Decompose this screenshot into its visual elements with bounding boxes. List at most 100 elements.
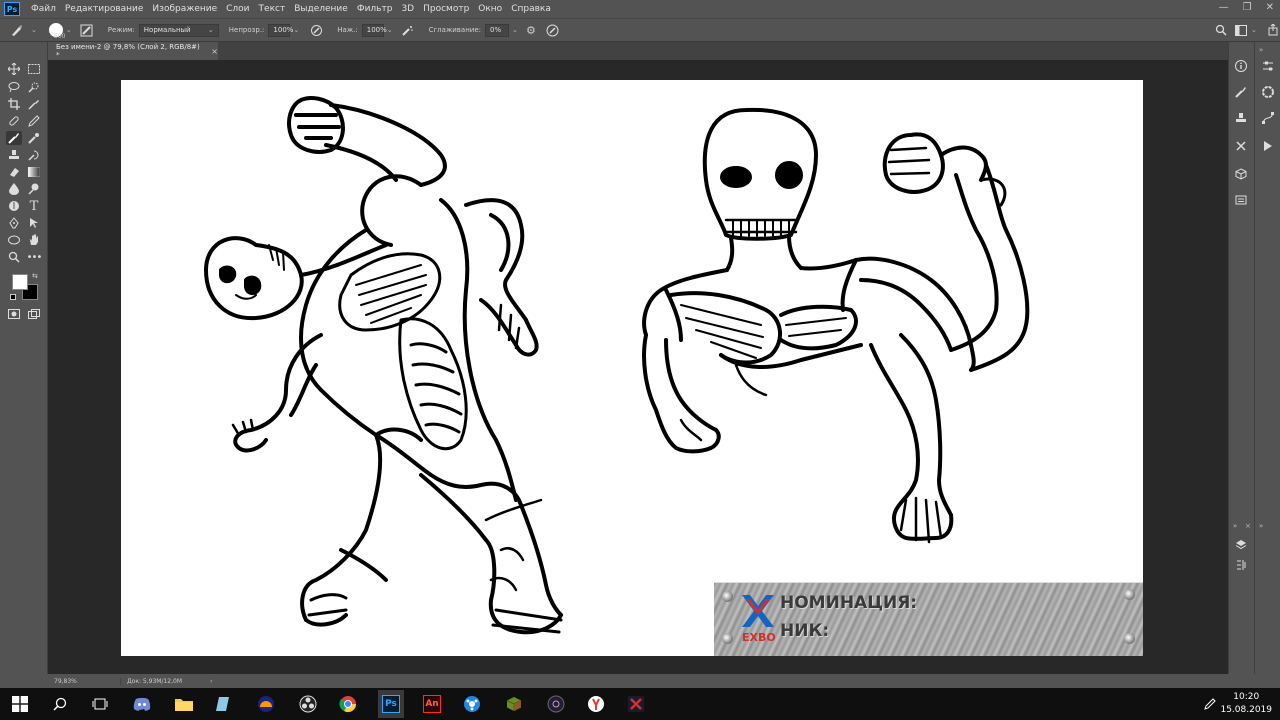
chevron-down-icon[interactable]: ⌄ [66,26,72,34]
brush-tool-icon[interactable] [6,131,22,145]
chevron-down-icon[interactable]: ⌄ [387,26,393,34]
menu-layers[interactable]: Слои [223,4,255,14]
zoom-level[interactable]: 79,83% [54,678,114,685]
gear-icon[interactable]: ⚙ [524,23,538,37]
close-window-icon[interactable]: ✕ [1266,2,1274,13]
menu-filter[interactable]: Фильтр [354,4,399,14]
3d-cube-icon[interactable] [1233,166,1249,182]
pen-tray-icon[interactable] [1198,692,1222,716]
expand-panels-icon[interactable]: » [1233,522,1237,530]
windows-start-icon[interactable] [8,692,32,716]
quick-mask-icon[interactable] [6,307,22,321]
chrome-icon[interactable] [336,692,360,716]
chevron-down-icon[interactable]: ⌄ [31,26,37,34]
app-blue-icon[interactable] [460,692,484,716]
menu-view[interactable]: Просмотр [420,4,475,14]
info-icon[interactable] [1233,58,1249,74]
menu-window[interactable]: Окно [475,4,508,14]
paths-icon[interactable] [1260,110,1276,126]
type-tool-icon[interactable]: T [26,199,42,214]
menu-type[interactable]: Текст [256,4,292,14]
photoshop-taskbar-icon[interactable]: Ps [378,690,404,718]
document-canvas[interactable] [121,80,1143,656]
menu-3d[interactable]: 3D [398,4,420,14]
smoothing-input[interactable]: 0% [485,23,509,37]
task-view-icon[interactable] [88,692,112,716]
brush-settings-panel-icon[interactable] [1233,84,1249,100]
path-pen-tool-icon[interactable] [6,216,22,230]
lasso-tool-icon[interactable] [6,80,22,94]
pencil-tool-icon[interactable] [26,114,42,128]
crop-tool-icon[interactable] [6,97,22,111]
quick-select-tool-icon[interactable] [26,80,42,94]
flow-input[interactable]: 100% [361,23,387,37]
status-menu-arrow-icon[interactable]: › [210,678,212,685]
search-icon[interactable] [48,692,72,716]
pressure-size-icon[interactable] [546,23,560,37]
expand-panels-icon[interactable]: » [1259,46,1263,54]
swap-colors-icon[interactable]: ⇆ [32,272,38,280]
adjustments-icon[interactable] [1260,58,1276,74]
menu-select[interactable]: Выделение [291,4,354,14]
brush-settings-icon[interactable] [80,23,94,37]
properties-icon[interactable] [1233,192,1249,208]
animate-icon[interactable]: An [420,692,444,716]
gradient-tool-icon[interactable] [26,165,42,179]
channels-icon[interactable] [1233,557,1249,573]
close-panel-icon[interactable]: × [1245,522,1251,530]
clone-stamp-tool-icon[interactable] [6,148,22,162]
move-tool-icon[interactable] [6,62,22,76]
menu-help[interactable]: Справка [508,4,557,14]
history-brush-tool-icon[interactable] [26,148,42,162]
system-clock[interactable]: 10:20 15.08.2019 [1220,691,1272,717]
minecraft-icon[interactable] [502,692,526,716]
default-colors-icon[interactable] [10,294,16,300]
color-panel-icon[interactable] [1260,84,1276,100]
share-icon[interactable] [1266,23,1280,37]
marquee-tool-icon[interactable] [26,62,42,76]
workspace-icon[interactable] [1234,23,1248,37]
collapse-panels-icon[interactable]: » [1259,522,1263,530]
discord-icon[interactable] [130,692,154,716]
app-dark-icon[interactable] [544,692,568,716]
color-replacement-tool-icon[interactable] [26,131,42,145]
obs-icon[interactable] [296,692,320,716]
dodge-tool-icon[interactable] [26,182,42,196]
blur-tool-icon[interactable] [6,182,22,196]
chevron-down-icon[interactable]: ⌄ [293,26,299,34]
pen-tool-icon[interactable] [6,199,22,213]
foreground-color-swatch[interactable] [12,274,28,290]
shape-tool-icon[interactable] [6,233,22,247]
menu-image[interactable]: Изображение [149,4,223,14]
opacity-input[interactable]: 100% [268,23,293,37]
menu-file[interactable]: Файл [28,4,62,14]
tool-presets-icon[interactable] [1233,138,1249,154]
play-action-icon[interactable] [1260,138,1276,154]
exbo-launcher-icon[interactable] [624,692,648,716]
layers-icon[interactable] [1233,537,1249,553]
clone-source-icon[interactable] [1233,110,1249,126]
zoom-tool-icon[interactable] [6,250,22,264]
brush-tool-preset-icon[interactable] [10,23,24,37]
pressure-opacity-icon[interactable] [309,23,323,37]
chevron-down-icon[interactable]: ⌄ [1251,26,1257,34]
search-icon[interactable] [1214,23,1228,37]
hand-tool-icon[interactable] [26,233,42,247]
chevron-down-icon[interactable]: ⌄ [512,26,518,34]
eyedropper-tool-icon[interactable] [26,97,42,111]
minimize-icon[interactable]: — [1219,2,1229,13]
more-tools-icon[interactable]: ••• [26,250,43,264]
close-tab-icon[interactable]: × [211,47,218,56]
file-explorer-icon[interactable] [172,692,196,716]
healing-brush-tool-icon[interactable] [6,114,22,128]
airbrush-icon[interactable] [401,23,415,37]
path-selection-tool-icon[interactable] [26,216,42,230]
eraser-tool-icon[interactable] [6,165,22,179]
app-orange-icon[interactable] [254,692,278,716]
screen-mode-icon[interactable] [26,307,42,321]
yandex-browser-icon[interactable] [584,692,608,716]
document-tab[interactable]: Без имени-2 @ 79,8% (Слой 2, RGB/8#) * × [48,42,218,60]
notepad-icon[interactable] [212,692,236,716]
restore-icon[interactable]: ❐ [1243,2,1252,13]
menu-edit[interactable]: Редактирование [62,4,150,14]
